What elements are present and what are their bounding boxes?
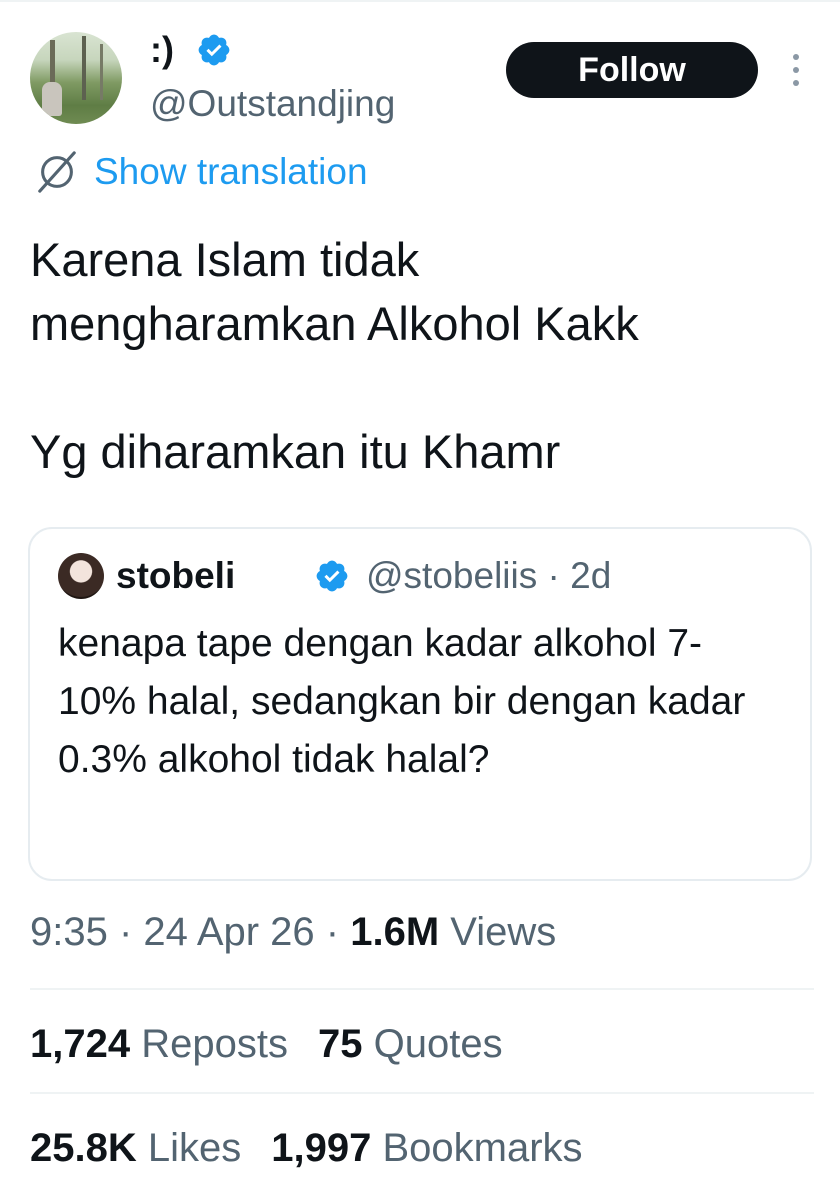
quoted-author-meta: @stobeliis · 2d <box>366 553 611 599</box>
bookmarks-label: Bookmarks <box>382 1126 583 1170</box>
likes-stat[interactable]: 25.8K Likes <box>30 1122 241 1174</box>
tweet-text: Karena Islam tidak mengharamkan Alkohol … <box>30 233 639 478</box>
verified-badge-icon <box>198 34 230 66</box>
divider <box>30 988 814 990</box>
author-display-name[interactable]: :) <box>150 30 174 70</box>
top-divider <box>0 0 840 2</box>
author-avatar[interactable] <box>30 32 122 124</box>
meta-separator: · <box>325 910 351 954</box>
quotes-stat[interactable]: 75 Quotes <box>318 1018 503 1070</box>
bookmarks-stat[interactable]: 1,997 Bookmarks <box>271 1122 582 1174</box>
likes-count: 25.8K <box>30 1126 137 1170</box>
translate-icon <box>38 151 76 193</box>
quoted-author-handle: @stobeliis <box>366 555 538 596</box>
tweet-time[interactable]: 9:35 <box>30 910 108 954</box>
reposts-stat[interactable]: 1,724 Reposts <box>30 1018 288 1070</box>
avatar-tree <box>82 36 86 100</box>
meta-separator: · <box>118 910 144 954</box>
reposts-label: Reposts <box>141 1022 288 1066</box>
divider <box>30 1092 814 1094</box>
verified-badge-icon <box>316 560 348 592</box>
show-translation-label: Show translation <box>94 151 368 192</box>
show-translation-link[interactable]: Show translation <box>34 148 368 196</box>
stats-row-likes: 25.8K Likes 1,997 Bookmarks <box>30 1122 613 1174</box>
more-options-icon[interactable] <box>784 50 808 90</box>
avatar-person <box>42 82 62 116</box>
reposts-count: 1,724 <box>30 1022 131 1066</box>
quoted-author-name: stobeli <box>116 555 236 596</box>
likes-label: Likes <box>147 1126 242 1170</box>
more-dot <box>793 80 799 86</box>
follow-button[interactable]: Follow <box>506 42 758 98</box>
avatar-tree <box>100 44 103 100</box>
tweet-date[interactable]: 24 Apr 26 <box>143 910 314 954</box>
author-handle[interactable]: @Outstandjing <box>150 82 395 126</box>
views-count: 1.6M <box>350 910 440 954</box>
stats-row-reposts: 1,724 Reposts 75 Quotes <box>30 1018 533 1070</box>
quoted-author-avatar <box>58 553 104 599</box>
quoted-tweet-time: · 2d <box>547 555 612 596</box>
bookmarks-count: 1,997 <box>271 1126 372 1170</box>
more-dot <box>793 67 799 73</box>
quotes-count: 75 <box>317 1022 363 1066</box>
tweet-meta: 9:35 · 24 Apr 26 · 1.6M Views <box>30 906 556 958</box>
views-label: Views <box>450 910 557 954</box>
quoted-tweet[interactable]: stobeli @stobeliis · 2d kenapa tape deng… <box>28 527 812 881</box>
more-dot <box>793 54 799 60</box>
quotes-label: Quotes <box>373 1022 503 1066</box>
quoted-tweet-text: kenapa tape dengan kadar alkohol 7-10% h… <box>58 622 746 781</box>
